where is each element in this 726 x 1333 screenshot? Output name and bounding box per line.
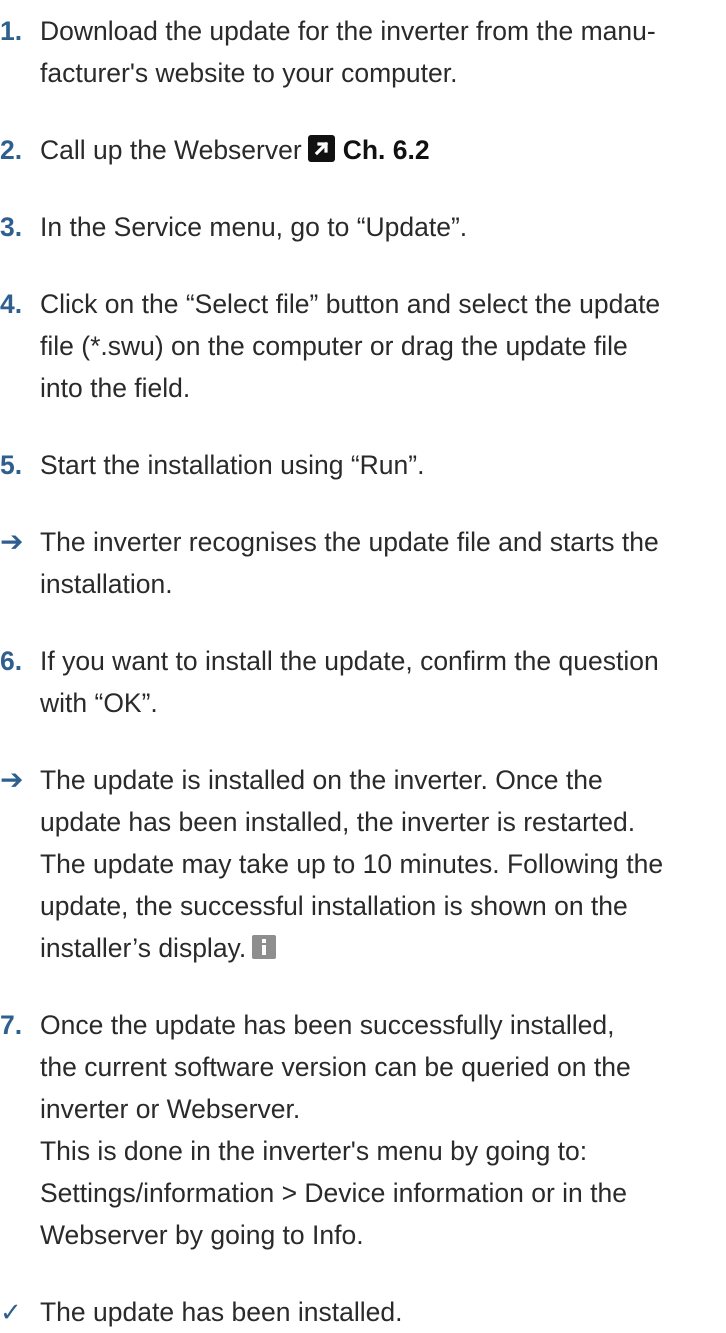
step-number: 7. [0, 1010, 23, 1040]
step-text: Download the update for the inverter fro… [40, 16, 656, 88]
step-number: 3. [0, 212, 23, 242]
list-item: 2. Call up the Webserver Ch. 6.2 [0, 129, 726, 171]
cross-reference-link[interactable]: Ch. 6.2 [343, 135, 430, 165]
step-text: Start the installation using “Run”. [40, 450, 425, 480]
step-text-wrapper: Call up the Webserver Ch. 6.2 [40, 129, 724, 171]
list-item: 5. Start the installation using “Run”. [0, 444, 726, 486]
step-number: 1. [0, 16, 23, 46]
external-link-icon[interactable] [307, 135, 335, 162]
step-number: 2. [0, 135, 23, 165]
list-item: 6. If you want to install the update, co… [0, 640, 726, 724]
step-text: Click on the “Select file” button and se… [40, 289, 661, 403]
list-item: 7. Once the update has been successfully… [0, 1004, 726, 1256]
list-item: ✓ The update has been installed. [0, 1291, 726, 1333]
step-text: In the Service menu, go to “Update”. [40, 212, 468, 242]
list-item: ➔ The update is installed on the inverte… [0, 759, 726, 969]
info-icon[interactable] [252, 935, 277, 959]
result-text-wrapper: The update is installed on the inverter.… [40, 759, 724, 969]
step-text: Once the update has been successfully in… [40, 1010, 631, 1250]
step-number: 5. [0, 450, 23, 480]
step-number: 6. [0, 646, 23, 676]
result-text: The update is installed on the inverter.… [40, 765, 664, 963]
arrow-right-icon: ➔ [0, 526, 24, 557]
list-item: 3. In the Service menu, go to “Update”. [0, 206, 726, 248]
step-number: 4. [0, 289, 23, 319]
arrow-right-icon: ➔ [0, 764, 24, 795]
checkmark-icon: ✓ [0, 1297, 22, 1327]
list-item: 4. Click on the “Select file” button and… [0, 283, 726, 409]
step-text: If you want to install the update, confi… [40, 646, 659, 718]
step-text: Call up the Webserver [40, 135, 302, 165]
list-item: ➔ The inverter recognises the update fil… [0, 521, 726, 605]
instruction-list: 1. Download the update for the inverter … [0, 0, 726, 1327]
result-text: The inverter recognises the update file … [40, 527, 659, 599]
final-result-text: The update has been installed. [40, 1297, 403, 1327]
list-item: 1. Download the update for the inverter … [0, 10, 726, 94]
